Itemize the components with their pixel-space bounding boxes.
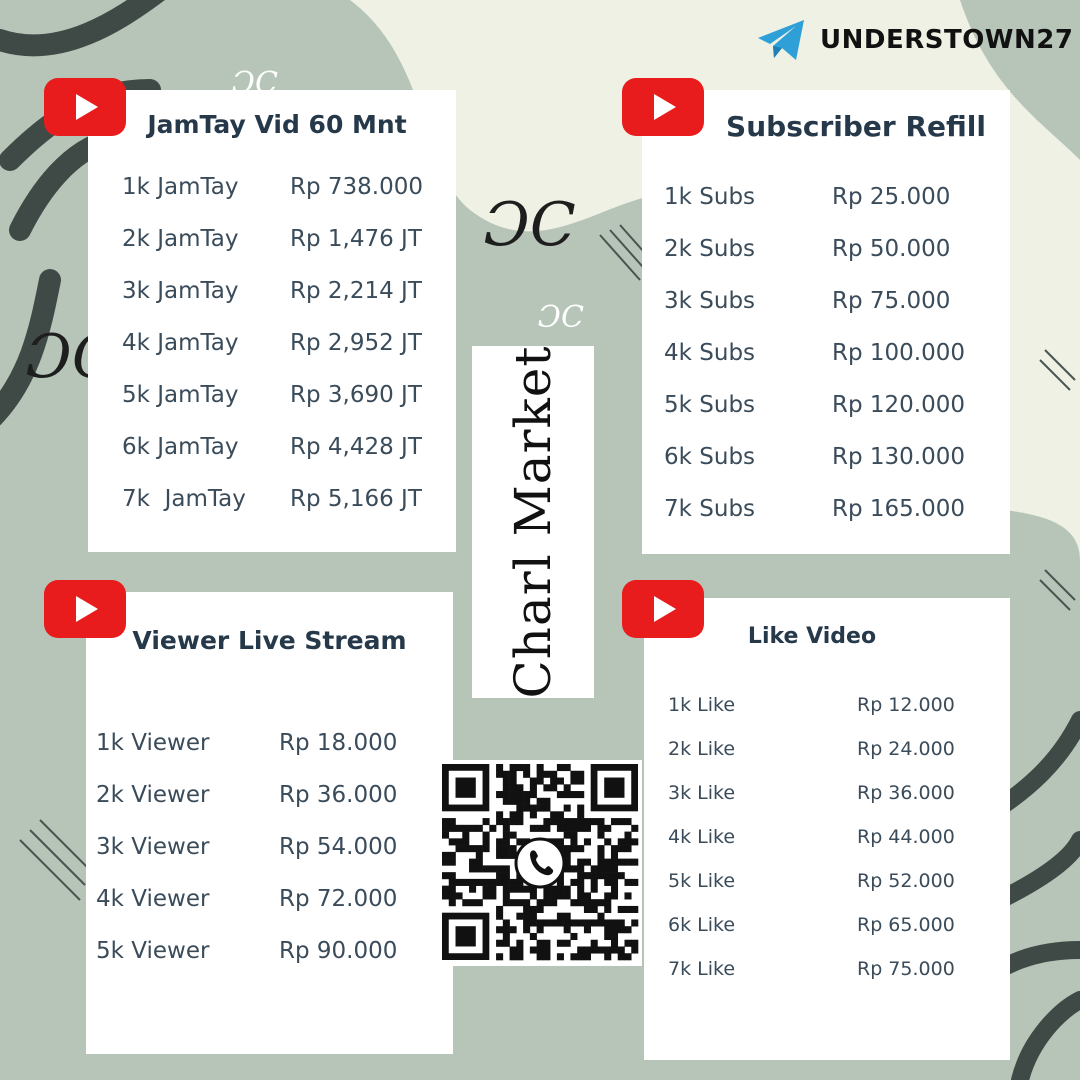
price-row: 5k Viewer Rp 90.000 (96, 938, 397, 964)
youtube-icon (622, 78, 704, 136)
price-row-label: 5k Like (668, 870, 736, 892)
price-row-label: 1k JamTay (122, 174, 239, 200)
price-row-label: 6k Like (668, 914, 736, 936)
price-row-price: Rp 165.000 (832, 496, 966, 522)
price-row-price: Rp 44.000 (857, 826, 955, 848)
price-row: 4k JamTay Rp 2,952 JT (122, 330, 422, 356)
price-row-price: Rp 72.000 (279, 886, 398, 912)
price-row-price: Rp 2,952 JT (290, 330, 422, 356)
price-row: 4k Subs Rp 100.000 (664, 340, 965, 366)
telegram-icon (758, 20, 804, 60)
price-row-label: 2k Like (668, 738, 736, 760)
price-row-price: Rp 36.000 (857, 782, 955, 804)
price-row-label: 5k Subs (664, 392, 756, 418)
price-row: 1k Like Rp 12.000 (668, 694, 955, 716)
card-like-video: Like Video 1k Like Rp 12.000 2k Like Rp 24.… (644, 598, 1010, 1060)
price-row-price: Rp 4,428 JT (290, 434, 422, 460)
brand-header: UNDERSTOWN27 (756, 18, 1073, 62)
market-name: Charl Market (504, 345, 562, 699)
price-row-price: Rp 130.000 (832, 444, 966, 470)
price-row: 3k Like Rp 36.000 (668, 782, 955, 804)
price-row-price: Rp 65.000 (857, 914, 955, 936)
price-row-label: 3k JamTay (122, 278, 239, 304)
qr-code-icon[interactable] (438, 760, 642, 966)
price-row-label: 2k Viewer (96, 782, 210, 808)
flourish-monogram-icon: ƆC (484, 190, 576, 260)
price-row-label: 7k Subs (664, 496, 756, 522)
price-row-label: 2k JamTay (122, 226, 239, 252)
card-title: JamTay Vid 60 Mnt (147, 110, 407, 139)
card-title: Viewer Live Stream (132, 626, 407, 655)
price-row-price: Rp 120.000 (832, 392, 966, 418)
price-row: 5k Like Rp 52.000 (668, 870, 955, 892)
price-row: 7k Subs Rp 165.000 (664, 496, 965, 522)
price-row-label: 7k JamTay (122, 486, 246, 512)
card-viewer-live-stream: Viewer Live Stream 1k Viewer Rp 18.000 2k … (86, 592, 453, 1054)
price-row: 5k JamTay Rp 3,690 JT (122, 382, 422, 408)
price-row: 3k Viewer Rp 54.000 (96, 834, 397, 860)
price-row-label: 4k Viewer (96, 886, 210, 912)
price-row-price: Rp 25.000 (832, 184, 951, 210)
price-row: 6k Like Rp 65.000 (668, 914, 955, 936)
price-row: 2k Viewer Rp 36.000 (96, 782, 397, 808)
price-row-label: 1k Like (668, 694, 736, 716)
price-row-label: 1k Viewer (96, 730, 210, 756)
price-row-label: 2k Subs (664, 236, 756, 262)
price-row-price: Rp 5,166 JT (290, 486, 422, 512)
price-row: 6k Subs Rp 130.000 (664, 444, 965, 470)
price-row-price: Rp 24.000 (857, 738, 955, 760)
price-row-label: 5k Viewer (96, 938, 210, 964)
price-row: 6k JamTay Rp 4,428 JT (122, 434, 422, 460)
price-row-price: Rp 50.000 (832, 236, 951, 262)
price-row-label: 3k Subs (664, 288, 756, 314)
whatsapp-icon (514, 837, 566, 889)
market-label-box: Charl Market (472, 346, 594, 698)
youtube-icon (44, 580, 126, 638)
youtube-icon (622, 580, 704, 638)
price-row: 3k Subs Rp 75.000 (664, 288, 950, 314)
price-row: 2k Like Rp 24.000 (668, 738, 955, 760)
price-row: 1k Subs Rp 25.000 (664, 184, 950, 210)
price-row: 1k Viewer Rp 18.000 (96, 730, 397, 756)
card-jamtay: JamTay Vid 60 Mnt 1k JamTay Rp 738.000 2k … (88, 90, 456, 552)
price-row-price: Rp 18.000 (279, 730, 398, 756)
price-row-price: Rp 75.000 (857, 958, 955, 980)
price-row-label: 7k Like (668, 958, 736, 980)
price-row: 2k Subs Rp 50.000 (664, 236, 950, 262)
price-row: 4k Viewer Rp 72.000 (96, 886, 397, 912)
price-row-label: 3k Viewer (96, 834, 210, 860)
price-row: 3k JamTay Rp 2,214 JT (122, 278, 422, 304)
card-subscriber: Subscriber Refill 1k Subs Rp 25.000 2k Sub… (642, 90, 1010, 554)
price-row-label: 4k Like (668, 826, 736, 848)
price-row-label: 3k Like (668, 782, 736, 804)
price-row: 7k JamTay Rp 5,166 JT (122, 486, 422, 512)
price-row-price: Rp 54.000 (279, 834, 398, 860)
price-row-price: Rp 1,476 JT (290, 226, 422, 252)
price-row-price: Rp 90.000 (279, 938, 398, 964)
price-row-label: 6k JamTay (122, 434, 239, 460)
price-row: 5k Subs Rp 120.000 (664, 392, 965, 418)
price-row-price: Rp 2,214 JT (290, 278, 422, 304)
price-row-label: 1k Subs (664, 184, 756, 210)
price-row-price: Rp 3,690 JT (290, 382, 422, 408)
youtube-icon (44, 78, 126, 136)
brand-name: UNDERSTOWN27 (820, 25, 1074, 55)
price-row-label: 4k JamTay (122, 330, 239, 356)
price-row-price: Rp 738.000 (290, 174, 424, 200)
price-row-price: Rp 75.000 (832, 288, 951, 314)
price-row: 4k Like Rp 44.000 (668, 826, 955, 848)
price-row-price: Rp 36.000 (279, 782, 398, 808)
price-row: 1k JamTay Rp 738.000 (122, 174, 423, 200)
price-row-price: Rp 52.000 (857, 870, 955, 892)
price-row: 7k Like Rp 75.000 (668, 958, 955, 980)
flourish-monogram-icon: ƆC (538, 300, 584, 335)
price-row: 2k JamTay Rp 1,476 JT (122, 226, 422, 252)
price-row-price: Rp 12.000 (857, 694, 955, 716)
price-row-price: Rp 100.000 (832, 340, 966, 366)
price-row-label: 4k Subs (664, 340, 756, 366)
price-row-label: 5k JamTay (122, 382, 239, 408)
price-row-label: 6k Subs (664, 444, 756, 470)
